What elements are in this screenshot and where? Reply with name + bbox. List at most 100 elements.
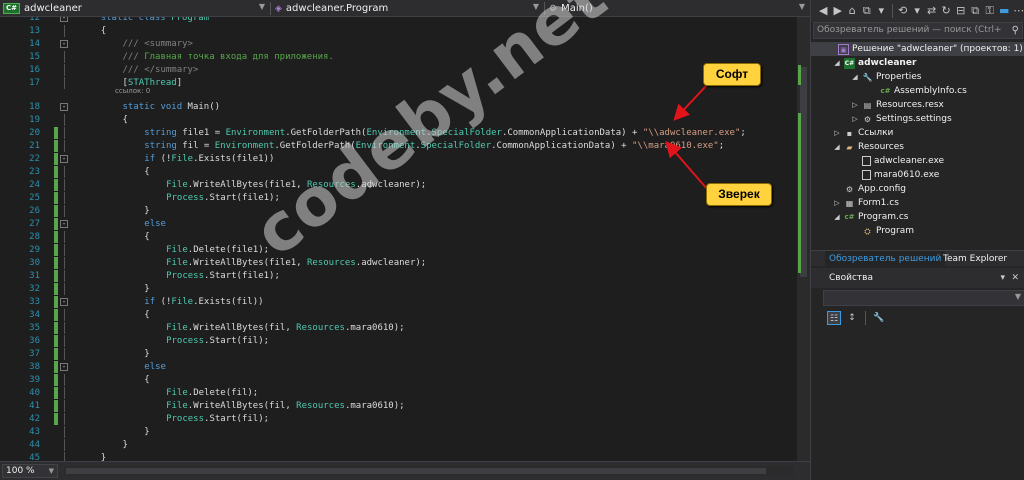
collapse-all-icon[interactable]: ⊟	[954, 3, 967, 19]
tree-item[interactable]: mara0610.exe	[851, 168, 939, 182]
project-dropdown[interactable]: C# adwcleaner ▼	[0, 1, 268, 16]
csharp-file-icon: c#	[844, 212, 855, 221]
outline-guide	[64, 387, 65, 399]
code-line: 29 File.Delete(file1);	[0, 244, 808, 256]
code-text: {	[122, 115, 128, 125]
properties-icon[interactable]: ⚿	[983, 3, 996, 19]
tab-team-explorer[interactable]: Team Explorer	[939, 251, 1011, 267]
collapse-toggle-icon[interactable]: -	[60, 40, 68, 48]
collapse-toggle-icon[interactable]: -	[60, 103, 68, 111]
outline-guide	[64, 439, 65, 451]
tree-item[interactable]: ▷ ⚙ Settings.settings	[851, 112, 951, 126]
scrollbar-thumb[interactable]	[66, 468, 766, 474]
tree-item-label: Resources	[858, 142, 904, 152]
forward-icon[interactable]: ▶	[832, 3, 845, 19]
collapse-toggle-icon[interactable]: -	[60, 17, 68, 22]
code-editor[interactable]: 12 - static class Program 13 {14 - /// <summar…	[0, 17, 808, 461]
sync-icon[interactable]: ⇄	[925, 3, 938, 19]
scrollbar-thumb[interactable]	[800, 67, 807, 277]
more-icon[interactable]: ⋯	[1012, 3, 1024, 19]
refresh-icon[interactable]: ↻	[940, 3, 953, 19]
line-number: 15	[29, 52, 40, 62]
panel-tabs: Обозреватель решений Team Explorer	[811, 250, 1024, 267]
pin-icon[interactable]: ▬	[998, 3, 1011, 19]
pin-icon[interactable]: ▾	[1000, 268, 1005, 288]
code-text: else	[144, 362, 166, 372]
solution-icon: ▣	[838, 43, 849, 55]
pending-changes-icon[interactable]: ⧉	[861, 3, 874, 19]
expanded-icon[interactable]: ◢	[833, 56, 841, 70]
expanded-icon[interactable]: ◢	[833, 210, 841, 224]
line-number: 42	[29, 414, 40, 424]
vertical-scrollbar[interactable]	[797, 17, 810, 461]
tree-item[interactable]: ◢ ▰ Resources	[833, 140, 904, 154]
outline-guide	[64, 114, 65, 126]
code-line: 31 Process.Start(file1);	[0, 270, 808, 282]
search-placeholder: Обозреватель решений — поиск (Ctrl+	[817, 25, 1002, 35]
chevron-down-icon: ▼	[48, 467, 54, 475]
collapse-toggle-icon[interactable]: -	[60, 155, 68, 163]
line-number: 18	[29, 102, 40, 112]
categorized-icon[interactable]: ☷	[827, 311, 841, 325]
zoom-level: 100 %	[6, 466, 35, 476]
home-icon[interactable]: ⌂	[846, 3, 859, 19]
expanded-icon[interactable]: ◢	[833, 140, 841, 154]
line-number: 44	[29, 440, 40, 450]
line-number: 16	[29, 65, 40, 75]
change-bar	[54, 387, 58, 399]
dropdown-icon[interactable]: ▾	[875, 3, 888, 19]
code-text: static void Main()	[122, 102, 221, 112]
code-text: }	[144, 284, 150, 294]
tree-item[interactable]: ◢ c# Program.cs	[833, 210, 908, 224]
properties-object-dropdown[interactable]: ▼	[823, 290, 1024, 306]
tree-item-label: Program.cs	[858, 212, 909, 222]
solution-search-input[interactable]: Обозреватель решений — поиск (Ctrl+ ⚲	[813, 22, 1023, 39]
outline-guide	[64, 335, 65, 347]
code-line: 14 - /// <summary>	[0, 38, 808, 50]
line-number: 12	[29, 17, 40, 23]
tree-item[interactable]: ▷ ▦ Form1.cs	[833, 196, 899, 210]
close-icon[interactable]: ✕	[1011, 268, 1019, 288]
horizontal-scrollbar[interactable]	[64, 466, 794, 476]
tree-item[interactable]: c# AssemblyInfo.cs	[869, 84, 966, 98]
collapsed-icon[interactable]: ▷	[833, 196, 841, 210]
collapsed-icon[interactable]: ▷	[851, 112, 859, 126]
tree-item[interactable]: ▷ ▪ Ссылки	[833, 126, 893, 140]
code-line: 37}	[0, 348, 808, 360]
tree-item[interactable]: ◢ C# adwcleaner	[833, 56, 916, 70]
code-text: Process.Start(fil);	[166, 336, 270, 346]
zoom-dropdown[interactable]: 100 % ▼	[2, 464, 58, 478]
collapse-toggle-icon[interactable]: -	[60, 220, 68, 228]
tree-item[interactable]: ▷ ▤ Resources.resx	[851, 98, 944, 112]
outline-guide	[64, 179, 65, 191]
code-text: }	[144, 349, 150, 359]
expanded-icon[interactable]: ◢	[851, 70, 859, 84]
tab-solution-explorer[interactable]: Обозреватель решений	[825, 251, 946, 267]
collapse-toggle-icon[interactable]: -	[60, 298, 68, 306]
collapsed-icon[interactable]: ▷	[833, 126, 841, 140]
history-icon[interactable]: ⟲	[896, 3, 909, 19]
back-icon[interactable]: ◀	[817, 3, 830, 19]
tree-item-label: App.config	[858, 184, 906, 194]
tree-item[interactable]: ◢ 🔧 Properties	[851, 70, 921, 84]
change-bar	[54, 335, 58, 347]
collapsed-icon[interactable]: ▷	[851, 98, 859, 112]
collapse-toggle-icon[interactable]: -	[60, 363, 68, 371]
change-bar	[54, 400, 58, 412]
line-number: 31	[29, 271, 40, 281]
dropdown-icon[interactable]: ▾	[911, 3, 924, 19]
tree-item-label: Ссылки	[858, 128, 894, 138]
alphabetical-icon[interactable]: ↕	[845, 311, 859, 325]
outline-guide	[64, 205, 65, 217]
solution-tree: ▣ Решение "adwcleaner" (проектов: 1) ◢ C# ad…	[811, 42, 1024, 250]
show-all-files-icon[interactable]: ⧉	[969, 3, 982, 19]
code-text: }	[144, 206, 150, 216]
codelens-references[interactable]: ссылок: 0	[115, 87, 150, 96]
tree-item[interactable]: adwcleaner.exe	[851, 154, 944, 168]
outline-guide	[64, 166, 65, 178]
tree-item[interactable]: ⚙ App.config	[833, 182, 906, 196]
code-text: if (!File.Exists(fil))	[144, 297, 264, 307]
tree-item[interactable]: ⛭ Program	[851, 224, 914, 238]
tree-item[interactable]: ▣ Решение "adwcleaner" (проектов: 1)	[811, 42, 1024, 56]
wrench-icon[interactable]: 🔧	[872, 311, 886, 325]
